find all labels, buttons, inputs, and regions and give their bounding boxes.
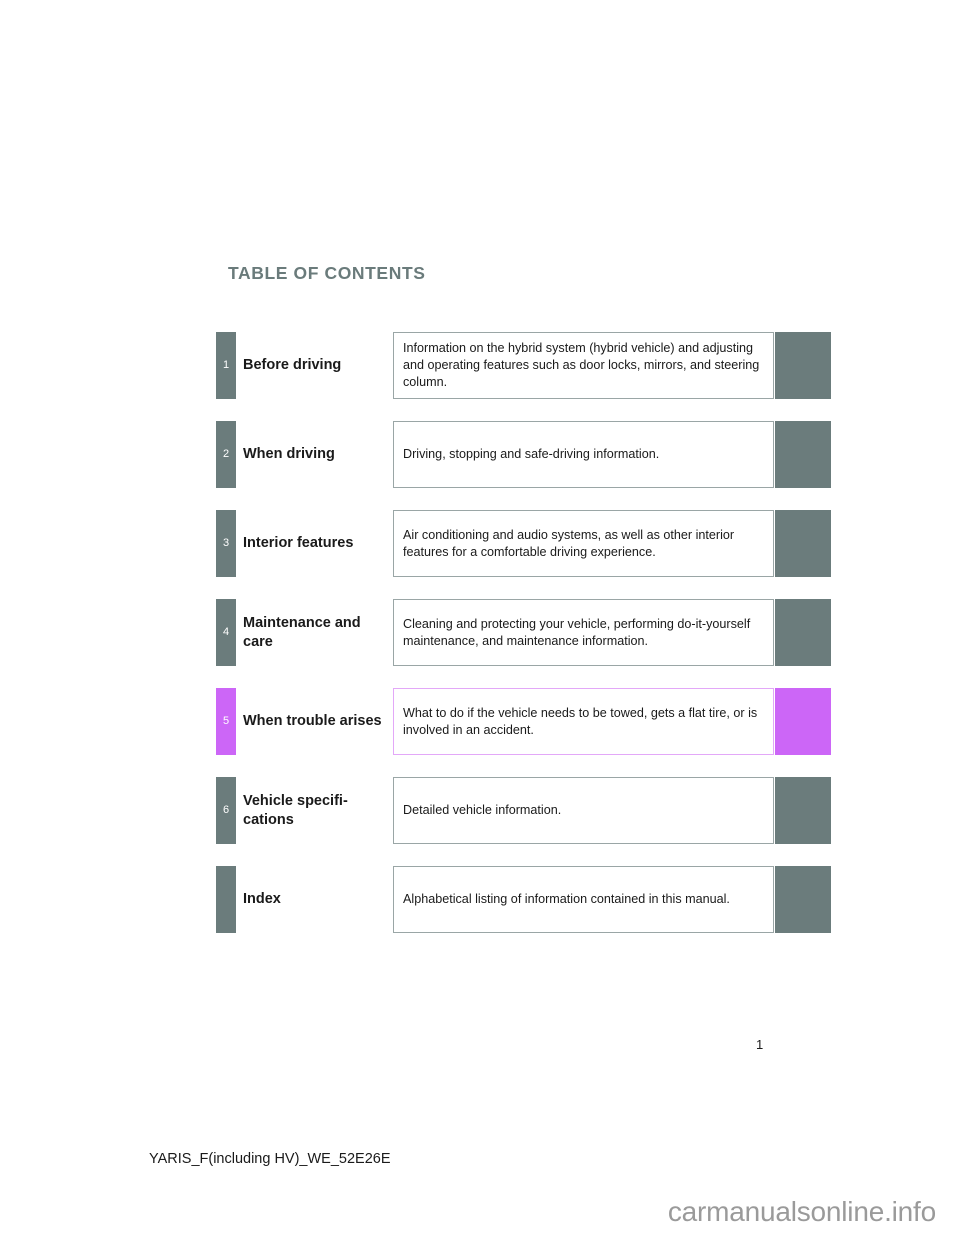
chapter-description-text: What to do if the vehicle needs to be to… <box>403 705 758 737</box>
chapter-color-block <box>775 688 831 755</box>
chapter-description-text: Cleaning and protecting your vehicle, pe… <box>403 616 751 648</box>
chapter-description-text: Information on the hybrid system (hybrid… <box>403 341 760 389</box>
chapter-description-box: Detailed vehicle information. <box>393 777 774 844</box>
toc-row[interactable]: 6 Vehicle specifi-cations Detailed vehicle… <box>0 777 960 844</box>
toc-row[interactable]: 4 Maintenance and care Cleaning and protec… <box>0 599 960 666</box>
chapter-title[interactable]: When driving <box>243 421 388 488</box>
chapter-color-block <box>775 332 831 399</box>
chapter-title[interactable]: Before driving <box>243 332 388 399</box>
page-number: 1 <box>756 1037 764 1052</box>
chapter-description-box: Air conditioning and audio systems, as w… <box>393 510 774 577</box>
chapter-title[interactable]: Index <box>243 866 388 933</box>
toc-row[interactable]: Index Alphabetical listing of information… <box>0 866 960 933</box>
table-of-contents-list: 1 Before driving Information on the hybrid… <box>0 332 960 955</box>
chapter-description-text: Alphabetical listing of information cont… <box>403 892 730 907</box>
chapter-number-tab[interactable]: 1 <box>216 332 236 399</box>
chapter-description-box: Alphabetical listing of information cont… <box>393 866 774 933</box>
chapter-description-text: Air conditioning and audio systems, as w… <box>403 527 735 559</box>
footer-document-code: YARIS_F(including HV)_WE_52E26E <box>149 1151 391 1167</box>
chapter-description-box: Cleaning and protecting your vehicle, pe… <box>393 599 774 666</box>
page-title: TABLE OF CONTENTS <box>228 263 426 283</box>
chapter-color-block <box>775 599 831 666</box>
chapter-color-block <box>775 777 831 844</box>
chapter-number-tab[interactable]: 3 <box>216 510 236 577</box>
chapter-color-block <box>775 866 831 933</box>
chapter-description-text: Detailed vehicle information. <box>403 803 562 818</box>
chapter-color-block <box>775 510 831 577</box>
toc-row[interactable]: 2 When driving Driving, stopping and safe-… <box>0 421 960 488</box>
chapter-description-box: Driving, stopping and safe-driving infor… <box>393 421 774 488</box>
toc-row[interactable]: 1 Before driving Information on the hybrid… <box>0 332 960 399</box>
chapter-number-tab[interactable]: 4 <box>216 599 236 666</box>
manual-page: TABLE OF CONTENTS 1 Before driving Informa… <box>0 0 960 1242</box>
watermark: carmanualsonline.info <box>667 1196 936 1227</box>
toc-row[interactable]: 5 When trouble arises What to do if the ve… <box>0 688 960 755</box>
chapter-title[interactable]: Vehicle specifi-cations <box>243 777 388 844</box>
toc-row[interactable]: 3 Interior features Air conditioning and a… <box>0 510 960 577</box>
chapter-description-box: Information on the hybrid system (hybrid… <box>393 332 774 399</box>
chapter-number-tab[interactable]: 6 <box>216 777 236 844</box>
chapter-title[interactable]: Maintenance and care <box>243 599 388 666</box>
chapter-title[interactable]: When trouble arises <box>243 688 388 755</box>
chapter-description-text: Driving, stopping and safe-driving infor… <box>403 447 660 462</box>
chapter-description-box: What to do if the vehicle needs to be to… <box>393 688 774 755</box>
chapter-color-block <box>775 421 831 488</box>
chapter-number-tab[interactable] <box>216 866 236 933</box>
chapter-number-tab[interactable]: 2 <box>216 421 236 488</box>
chapter-title[interactable]: Interior features <box>243 510 388 577</box>
chapter-number-tab[interactable]: 5 <box>216 688 236 755</box>
